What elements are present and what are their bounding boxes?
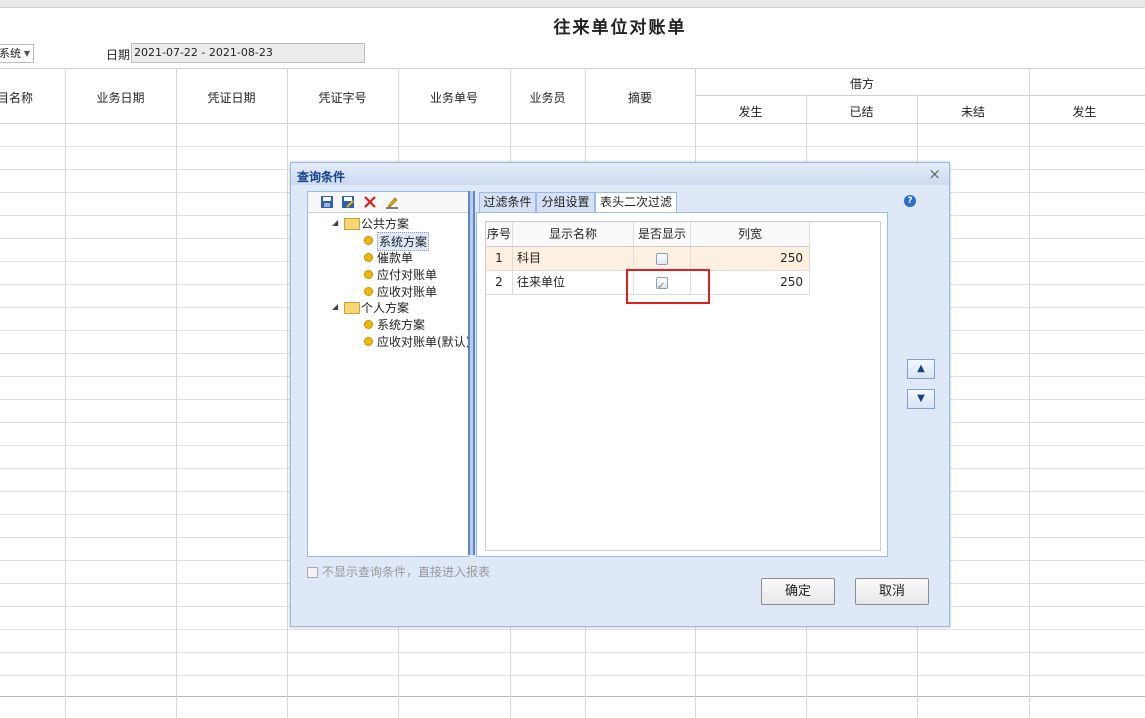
tree-item-label: 应收对账单(默认) xyxy=(377,335,471,349)
folder-icon xyxy=(344,218,360,230)
header-summary: 摘要 xyxy=(627,91,652,105)
save-icon[interactable] xyxy=(320,195,334,209)
header-account-name: 目名称 xyxy=(0,91,33,105)
item-dot-icon xyxy=(364,236,373,245)
header-debit-settled: 已结 xyxy=(849,105,874,119)
header-debit: 借方 xyxy=(849,77,874,91)
skip-label: 不显示查询条件，直接进入报表 xyxy=(322,565,491,579)
tree-item-label: 催款单 xyxy=(377,251,414,265)
header-credit-occur: 发生 xyxy=(1072,105,1097,119)
header-voucher-no: 凭证字号 xyxy=(318,91,367,105)
show-checkbox[interactable] xyxy=(656,253,668,265)
move-down-button[interactable]: ▼ xyxy=(907,389,935,409)
tree-item-label: 系统方案 xyxy=(377,318,426,332)
dialog-titlebar[interactable]: 查询条件 × xyxy=(291,163,949,185)
close-icon[interactable]: × xyxy=(928,165,941,183)
header-voucher-date: 凭证日期 xyxy=(207,91,256,105)
item-dot-icon xyxy=(364,253,373,262)
cell-width: 250 xyxy=(691,247,810,270)
edit-icon[interactable] xyxy=(385,195,399,209)
expand-triangle-icon: ◢ xyxy=(332,218,339,227)
delete-icon[interactable] xyxy=(363,195,377,209)
skip-checkbox[interactable] xyxy=(307,567,318,578)
help-icon[interactable]: ? xyxy=(904,195,916,207)
col-header-show: 是否显示 xyxy=(634,222,691,247)
date-label: 日期 xyxy=(106,48,131,62)
header-debit-occur: 发生 xyxy=(738,105,763,119)
cell-no: 1 xyxy=(486,247,513,270)
scheme-combo[interactable]: 系统 ▼ xyxy=(0,44,34,63)
item-dot-icon xyxy=(364,320,373,329)
report-title: 往来单位对账单 xyxy=(553,18,687,38)
col-header-width: 列宽 xyxy=(691,222,810,247)
header-filter-panel: 序号 显示名称 是否显示 列宽 1 科目 250 2 往来单位 250 xyxy=(476,212,888,557)
col-header-name: 显示名称 xyxy=(513,222,634,247)
col-header-no: 序号 xyxy=(486,222,513,247)
header-salesperson: 业务员 xyxy=(529,91,566,105)
chevron-down-icon: ▼ xyxy=(23,49,30,58)
cell-name: 科目 xyxy=(513,247,634,270)
cell-no: 2 xyxy=(486,271,513,294)
top-toolbar-strip xyxy=(0,0,1145,8)
scheme-combo-value: 系统 xyxy=(0,47,21,60)
tree-item-label: 应收对账单 xyxy=(377,285,438,299)
expand-triangle-icon: ◢ xyxy=(332,302,339,311)
highlight-box xyxy=(626,269,710,304)
header-biz-no: 业务单号 xyxy=(429,91,478,105)
query-dialog: 查询条件 × ◢ 公共方案 系统方案 催款单 应付对账单 应收对账单 ◢ 个人方… xyxy=(290,162,950,627)
table-row[interactable]: 1 科目 250 xyxy=(486,247,810,271)
tree-node-label: 个人方案 xyxy=(361,301,410,315)
folder-icon xyxy=(344,302,360,314)
tab-filter[interactable]: 过滤条件 xyxy=(479,192,536,212)
cell-name: 往来单位 xyxy=(513,271,634,294)
tree-item-label: 应付对账单 xyxy=(377,268,438,282)
header-debit-unsettled: 未结 xyxy=(960,105,985,119)
skip-dialog-option[interactable]: 不显示查询条件，直接进入报表 xyxy=(307,563,490,580)
move-up-button[interactable]: ▲ xyxy=(907,359,935,379)
ok-button[interactable]: 确定 xyxy=(761,578,835,605)
tree-toolbar xyxy=(308,192,468,213)
item-dot-icon xyxy=(364,270,373,279)
dialog-title: 查询条件 xyxy=(297,170,346,184)
cell-show xyxy=(634,247,691,270)
tab-grouping[interactable]: 分组设置 xyxy=(536,192,595,212)
save-as-icon[interactable] xyxy=(341,195,355,209)
tab-header-filter[interactable]: 表头二次过滤 xyxy=(595,192,677,213)
item-dot-icon xyxy=(364,287,373,296)
tree-node-label: 公共方案 xyxy=(361,217,410,231)
header-biz-date: 业务日期 xyxy=(96,91,145,105)
item-dot-icon xyxy=(364,337,373,346)
cancel-button[interactable]: 取消 xyxy=(855,578,929,605)
date-range-field[interactable]: 2021-07-22 - 2021-08-23 xyxy=(131,43,365,63)
scheme-tree-panel: ◢ 公共方案 系统方案 催款单 应付对账单 应收对账单 ◢ 个人方案 系统方案 xyxy=(307,191,471,557)
panel-splitter[interactable] xyxy=(468,191,475,555)
